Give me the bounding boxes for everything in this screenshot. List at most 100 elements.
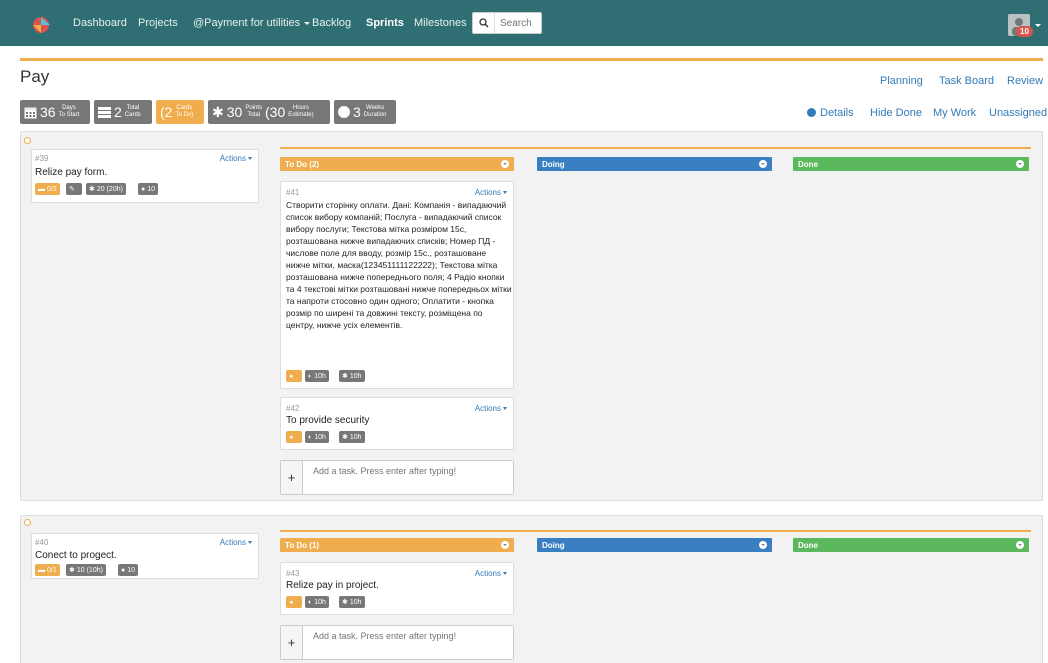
story-id: #40: [35, 538, 49, 547]
link-task-board[interactable]: Task Board: [939, 75, 994, 87]
link-planning[interactable]: Planning: [880, 75, 923, 87]
nav-projects[interactable]: Projects: [138, 17, 178, 29]
stat-value: 30: [226, 104, 243, 120]
chevron-down-icon[interactable]: [1016, 541, 1024, 549]
chevron-down-icon[interactable]: [759, 541, 767, 549]
estimate-badge: ✱ 10h: [339, 596, 365, 608]
add-task-input[interactable]: [303, 626, 513, 659]
asterisk-icon: ✱: [69, 567, 75, 574]
actions-menu[interactable]: Actions: [475, 569, 507, 578]
play-left-icon: ◂: [289, 373, 293, 380]
nav-backlog[interactable]: Backlog: [312, 17, 351, 29]
pie-chart-icon: [807, 108, 816, 117]
nav-sprints[interactable]: Sprints: [366, 17, 404, 29]
stat-caption: Points Total: [245, 105, 262, 118]
task-card[interactable]: #42 Actions To provide security ◂ ◐ 10h ✱…: [280, 397, 514, 450]
add-task-button[interactable]: +: [281, 461, 303, 494]
actions-menu[interactable]: Actions: [475, 404, 507, 413]
task-id: #42: [286, 404, 300, 413]
link-details[interactable]: Details: [807, 107, 854, 119]
link-unassigned[interactable]: Unassigned: [989, 107, 1047, 119]
plus-icon: +: [287, 470, 296, 485]
story-row: #39 Actions Relize pay form. ▬ 0/2 ✎ ✱ 20 …: [20, 131, 1043, 501]
asterisk-icon: ✱: [342, 373, 348, 380]
actions-menu[interactable]: Actions: [220, 538, 252, 547]
estimate-badge: ✱ 10h: [339, 370, 365, 382]
task-card[interactable]: #41 Actions Створити сторінку оплати. Да…: [280, 181, 514, 389]
nav-milestones[interactable]: Milestones: [414, 17, 467, 29]
assign-button[interactable]: ◂: [286, 431, 302, 443]
actions-menu[interactable]: Actions: [475, 188, 507, 197]
stat-caption: Hours Estimate): [288, 105, 314, 118]
nav-project-label: @Payment for utilities: [193, 17, 301, 29]
add-task-input[interactable]: [303, 461, 513, 494]
task-description: Створити сторінку оплати. Дані: Компанія…: [286, 200, 512, 330]
chevron-down-icon: [503, 407, 507, 411]
assign-button[interactable]: ◂: [286, 596, 302, 608]
stat-weeks-duration: 3 Weeks Duration: [334, 100, 396, 124]
tasks-icon: ▬: [38, 185, 45, 193]
app-logo-icon[interactable]: [30, 14, 52, 34]
task-card[interactable]: #43 Actions Relize pay in project. ◂ ◐ 10…: [280, 562, 514, 615]
link-review[interactable]: Review: [1007, 75, 1043, 87]
clock-icon: ◐: [308, 433, 313, 441]
nav-dashboard[interactable]: Dashboard: [73, 17, 127, 29]
chevron-down-icon[interactable]: [1016, 160, 1024, 168]
stat-caption: Days To Start: [58, 105, 80, 118]
chevron-down-icon: [503, 572, 507, 576]
task-id: #41: [286, 188, 300, 197]
stat-days-to-start: 36 Days To Start: [20, 100, 90, 124]
nav-project-dropdown[interactable]: @Payment for utilities: [193, 17, 311, 29]
stat-value: 3: [353, 104, 361, 120]
title-divider: [20, 58, 1043, 61]
asterisk-icon: ✱: [212, 104, 224, 120]
hours-badge: ◐ 10h: [305, 431, 329, 443]
search-input[interactable]: [495, 17, 539, 29]
stat-cards-to-do: (2 Cards To Do): [156, 100, 204, 124]
assign-button[interactable]: ◂: [286, 370, 302, 382]
tasks-icon: ▬: [38, 566, 45, 574]
stat-caption: Cards To Do): [175, 105, 194, 118]
edit-button[interactable]: ✎: [66, 183, 82, 195]
priority-badge: ● 10: [138, 183, 159, 195]
collapse-toggle-icon[interactable]: [24, 137, 31, 144]
chevron-down-icon[interactable]: [759, 160, 767, 168]
collapse-toggle-icon[interactable]: [24, 519, 31, 526]
add-task-box: +: [280, 625, 514, 660]
link-hide-done[interactable]: Hide Done: [870, 107, 922, 119]
chevron-down-icon[interactable]: [501, 160, 509, 168]
cards-icon: [98, 106, 111, 118]
calendar-icon: [24, 107, 37, 118]
chevron-down-icon[interactable]: [501, 541, 509, 549]
actions-menu[interactable]: Actions: [220, 154, 252, 163]
points-badge: ✱ 20 (20h): [86, 183, 126, 195]
link-my-work[interactable]: My Work: [933, 107, 976, 119]
asterisk-icon: ✱: [89, 186, 95, 193]
stat-value: 36: [40, 104, 56, 120]
add-task-box: +: [280, 460, 514, 495]
column-header-doing: Doing: [537, 538, 772, 552]
chevron-down-icon: [248, 541, 252, 545]
clock-icon: ◐: [308, 598, 313, 606]
add-task-button[interactable]: +: [281, 626, 303, 659]
chevron-down-icon[interactable]: [1035, 24, 1041, 27]
stat-caption: Total Cards: [124, 105, 141, 118]
points-badge: ✱ 10 (10h): [66, 564, 106, 576]
column-header-done: Done: [793, 157, 1029, 171]
column-header-doing: Doing: [537, 157, 772, 171]
edit-icon: ✎: [69, 186, 75, 193]
story-card[interactable]: #39 Actions Relize pay form. ▬ 0/2 ✎ ✱ 20 …: [31, 149, 259, 203]
column-header-todo: To Do (1): [280, 538, 514, 552]
columns-divider: [280, 530, 1031, 532]
asterisk-icon: ✱: [342, 599, 348, 606]
story-id: #39: [35, 154, 49, 163]
clock-icon: [338, 106, 350, 118]
search-icon[interactable]: [473, 13, 495, 33]
chevron-down-icon: [503, 191, 507, 195]
info-icon: ●: [121, 566, 126, 574]
story-card[interactable]: #40 Actions Conect to progect. ▬ 0/1 ✱ 10 …: [31, 533, 259, 579]
story-title: Relize pay form.: [35, 167, 108, 178]
stat-total-cards: 2 Total Cards: [94, 100, 152, 124]
page-title: Pay: [20, 67, 50, 86]
column-header-done: Done: [793, 538, 1029, 552]
